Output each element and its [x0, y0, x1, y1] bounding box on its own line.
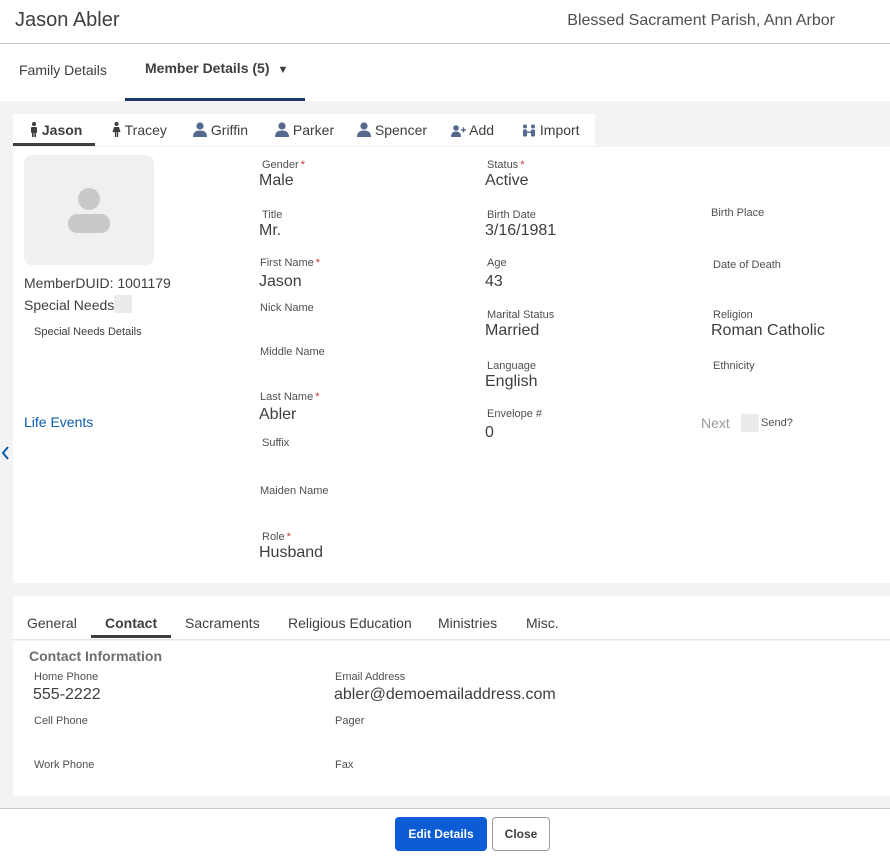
send-label: Send? [761, 417, 793, 429]
religion-value: Roman Catholic [711, 322, 825, 339]
age-value: 43 [485, 273, 503, 290]
age-label: Age [487, 257, 507, 269]
import-people-icon [523, 124, 535, 137]
birth-date-value: 3/16/1981 [485, 222, 557, 239]
language-value: English [485, 373, 538, 390]
tab-sacraments[interactable]: Sacraments [185, 596, 260, 638]
close-button[interactable]: Close [492, 817, 550, 851]
email-label: Email Address [335, 671, 406, 683]
person-icon [357, 122, 371, 137]
special-needs-details-label: Special Needs Details [34, 326, 142, 338]
first-name-value: Jason [259, 273, 302, 290]
work-phone-label: Work Phone [34, 759, 95, 771]
detail-sub-tabs: General Contact Sacraments Religious Edu… [13, 596, 890, 640]
marital-status-label: Marital Status [487, 309, 555, 321]
fax-label: Fax [335, 759, 354, 771]
avatar-placeholder-icon [68, 188, 110, 233]
dropdown-caret-icon[interactable]: ▼ [277, 64, 288, 76]
life-events-link[interactable]: Life Events [24, 414, 93, 430]
first-name-label: First Name * [260, 257, 321, 269]
person-icon [193, 122, 207, 137]
person-icon [275, 122, 289, 137]
member-duid: MemberDUID: 1001179 [24, 275, 171, 291]
member-photo[interactable] [24, 155, 154, 265]
tab-misc[interactable]: Misc. [526, 596, 559, 638]
tab-member-details[interactable]: Member Details (5) ▼ [125, 44, 305, 101]
tab-religious-education[interactable]: Religious Education [288, 596, 412, 638]
last-name-value: Abler [259, 406, 297, 423]
member-tab-spencer[interactable]: Spencer [357, 114, 427, 146]
marital-status-value: Married [485, 322, 540, 339]
suffix-label: Suffix [262, 437, 290, 449]
member-tab-jason[interactable]: Jason [13, 114, 95, 146]
nick-name-label: Nick Name [260, 302, 314, 314]
tab-contact[interactable]: Contact [91, 596, 172, 638]
add-member-button[interactable]: Add [451, 114, 494, 146]
contact-information-section: Contact Information Home Phone 555-2222 … [13, 641, 890, 796]
role-value: Husband [259, 544, 324, 561]
parish-name: Blessed Sacrament Parish, Ann Arbor [567, 12, 835, 29]
gender-value: Male [259, 172, 294, 189]
special-needs-checkbox[interactable] [114, 295, 132, 313]
next-label: Next [701, 415, 730, 431]
member-tab-parker[interactable]: Parker [275, 114, 334, 146]
member-tab-tracey[interactable]: Tracey [112, 114, 167, 146]
date-of-death-label: Date of Death [713, 259, 781, 271]
special-needs-label: Special Needs [24, 297, 115, 313]
cell-phone-label: Cell Phone [34, 715, 88, 727]
member-name-title: Jason Abler [15, 9, 120, 31]
status-label: Status * [487, 159, 525, 171]
birth-place-label: Birth Place [711, 207, 765, 219]
title-value: Mr. [259, 222, 282, 239]
female-person-icon [112, 122, 121, 137]
add-person-icon [451, 125, 466, 137]
maiden-name-label: Maiden Name [260, 485, 329, 497]
member-tab-griffin[interactable]: Griffin [193, 114, 248, 146]
home-phone-value: 555-2222 [33, 686, 101, 703]
edit-details-button[interactable]: Edit Details [395, 817, 487, 851]
ethnicity-label: Ethnicity [713, 360, 755, 372]
modal-footer: Edit Details Close [0, 808, 890, 856]
modal-header: Jason Abler Blessed Sacrament Parish, An… [0, 0, 890, 44]
import-members-button[interactable]: Import [522, 114, 580, 146]
title-label: Title [262, 209, 283, 221]
tab-ministries[interactable]: Ministries [438, 596, 497, 638]
envelope-value: 0 [485, 424, 494, 441]
language-label: Language [487, 360, 536, 372]
envelope-label: Envelope # [487, 408, 543, 420]
send-checkbox[interactable] [741, 414, 759, 432]
last-name-label: Last Name * [260, 391, 320, 403]
pager-label: Pager [335, 715, 365, 727]
tab-family-details[interactable]: Family Details [19, 44, 107, 101]
tab-general[interactable]: General [27, 596, 77, 638]
male-person-icon [31, 122, 37, 137]
contact-information-title: Contact Information [29, 648, 162, 664]
top-tabs: Family Details Member Details (5) ▼ [0, 44, 890, 101]
status-value: Active [485, 172, 529, 189]
middle-name-label: Middle Name [260, 346, 325, 358]
member-details-panel: MemberDUID: 1001179 Special Needs Specia… [13, 147, 890, 583]
email-value: abler@demoemailaddress.com [334, 686, 556, 703]
home-phone-label: Home Phone [34, 671, 99, 683]
member-tabs: Jason Tracey Griffin Parker Spencer Add … [13, 114, 595, 146]
gender-label: Gender * [262, 159, 305, 171]
chevron-left-icon[interactable] [1, 446, 11, 460]
birth-date-label: Birth Date [487, 209, 536, 221]
religion-label: Religion [713, 309, 753, 321]
role-label: Role * [262, 531, 291, 543]
